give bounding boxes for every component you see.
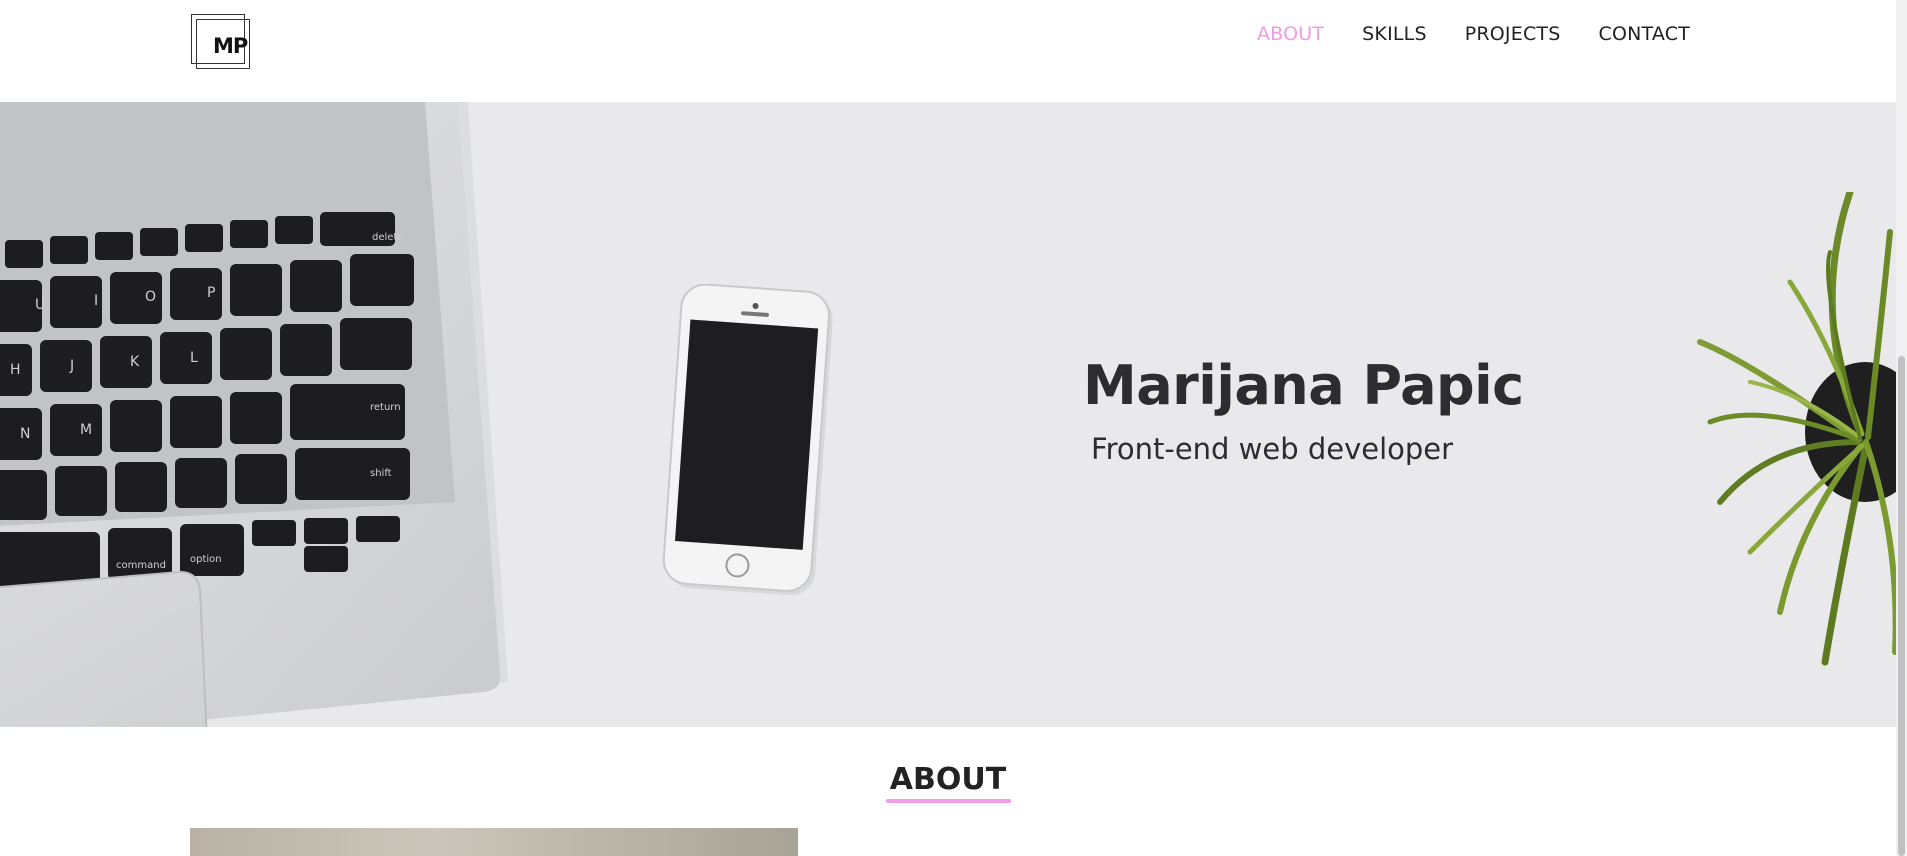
- about-title: ABOUT: [889, 762, 1007, 797]
- hero-section: U I O P H J K L N M return delete comman…: [0, 102, 1896, 727]
- nav-link-skills[interactable]: SKILLS: [1362, 20, 1427, 48]
- site-header: MP ABOUT SKILLS PROJECTS CONTACT: [0, 0, 1896, 102]
- svg-text:K: K: [130, 354, 140, 370]
- hero-name: Marijana Papic: [1083, 354, 1524, 417]
- svg-text:P: P: [207, 285, 215, 301]
- nav-link-about[interactable]: ABOUT: [1257, 20, 1324, 48]
- svg-text:J: J: [69, 358, 74, 374]
- about-photo: [190, 828, 798, 856]
- hero-subtitle: Front-end web developer: [1091, 432, 1454, 466]
- svg-text:U: U: [35, 297, 45, 313]
- svg-text:delete: delete: [372, 232, 404, 243]
- svg-text:H: H: [10, 362, 21, 378]
- logo[interactable]: MP: [191, 14, 250, 69]
- svg-text:N: N: [20, 426, 30, 442]
- nav-link-projects[interactable]: PROJECTS: [1465, 20, 1561, 48]
- svg-text:M: M: [80, 422, 92, 438]
- svg-text:option: option: [190, 554, 222, 565]
- phone-image: [662, 284, 833, 596]
- svg-text:shift: shift: [370, 468, 392, 479]
- nav-link-contact[interactable]: CONTACT: [1598, 20, 1690, 48]
- logo-text: MP: [213, 34, 248, 58]
- svg-text:O: O: [145, 289, 156, 305]
- laptop-image: U I O P H J K L N M return delete comman…: [0, 102, 508, 727]
- page: MP ABOUT SKILLS PROJECTS CONTACT U I O P…: [0, 0, 1896, 856]
- svg-text:return: return: [370, 402, 401, 413]
- about-title-underline: [886, 799, 1011, 803]
- svg-text:I: I: [94, 293, 98, 309]
- svg-text:L: L: [190, 350, 198, 366]
- scrollbar-thumb[interactable]: [1898, 356, 1905, 856]
- page-scrollbar[interactable]: [1896, 0, 1907, 856]
- plant-image: [1697, 192, 1896, 666]
- main-nav: ABOUT SKILLS PROJECTS CONTACT: [1257, 20, 1690, 48]
- svg-text:command: command: [116, 560, 166, 571]
